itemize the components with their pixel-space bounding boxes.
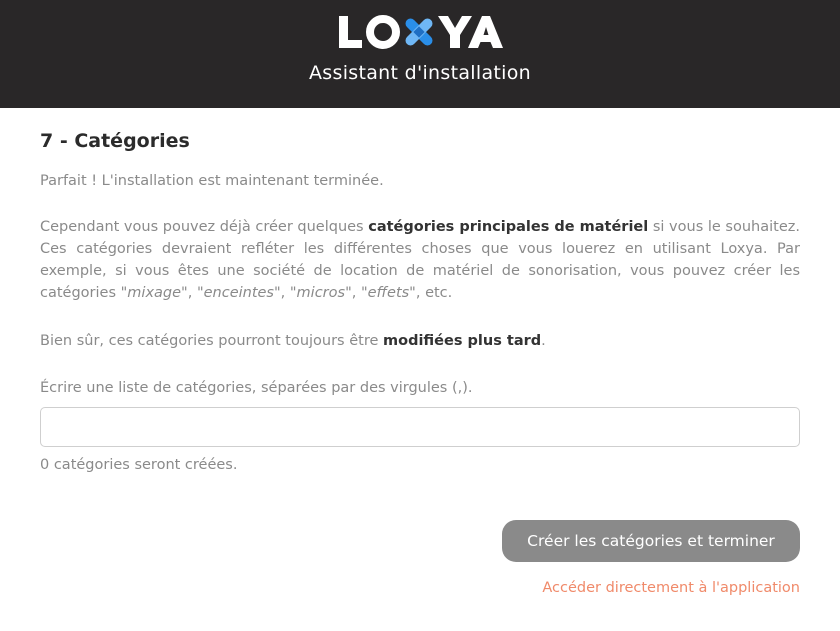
explanation-highlight: catégories principales de matériel — [368, 219, 649, 235]
note-text: . — [541, 333, 546, 349]
later-edit-note: Bien sûr, ces catégories pourront toujou… — [40, 330, 800, 352]
example-category: "micros" — [289, 285, 352, 301]
separator: , — [351, 285, 361, 301]
separator: , — [280, 285, 290, 301]
create-categories-button[interactable]: Créer les catégories et terminer — [502, 520, 800, 562]
note-highlight: modifiées plus tard — [383, 333, 542, 349]
skip-to-app-link[interactable]: Accéder directement à l'application — [542, 580, 800, 596]
loxya-logo-icon — [339, 15, 503, 49]
intro-text: Parfait ! L'installation est maintenant … — [40, 173, 384, 189]
example-category: "mixage" — [120, 285, 188, 301]
step-title: 7 - Catégories — [40, 130, 190, 152]
input-label: Écrire une liste de catégories, séparées… — [40, 380, 473, 396]
example-category: "effets" — [360, 285, 416, 301]
explanation-text: , etc. — [415, 285, 453, 301]
example-category: "enceintes" — [196, 285, 281, 301]
header-subtitle: Assistant d'installation — [309, 62, 531, 84]
note-text: Bien sûr, ces catégories pourront toujou… — [40, 333, 384, 349]
categories-input[interactable] — [40, 407, 800, 447]
loxya-logo — [0, 10, 840, 54]
separator: , — [187, 285, 197, 301]
explanation-text: Cependant vous pouvez déjà créer quelque… — [40, 219, 369, 235]
categories-explanation: Cependant vous pouvez déjà créer quelque… — [40, 216, 800, 304]
app-header: Assistant d'installation — [0, 0, 840, 108]
categories-count: 0 catégories seront créées. — [40, 457, 238, 473]
explanation-text: si vous le souhaitez. — [648, 219, 800, 235]
